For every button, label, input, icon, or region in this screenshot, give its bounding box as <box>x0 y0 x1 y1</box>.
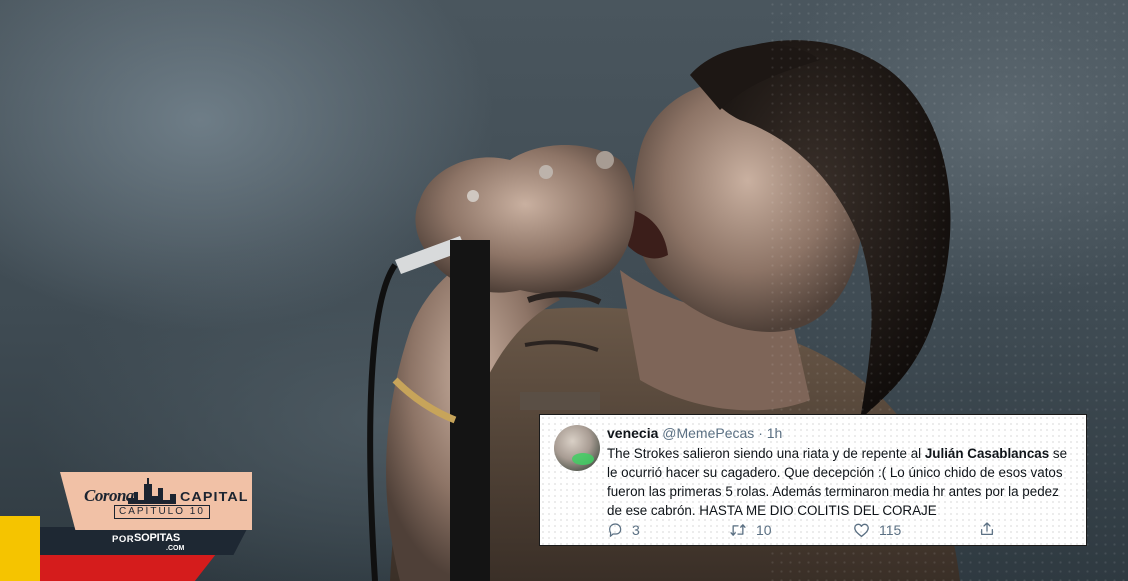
logo-capital: CAPITAL <box>180 489 249 504</box>
share-icon <box>981 522 993 535</box>
reply-icon <box>609 523 622 537</box>
logo-yellow-block <box>0 516 40 581</box>
tweet-header: venecia @MemePecas · 1h <box>607 425 782 441</box>
avatar[interactable] <box>554 425 600 471</box>
logo-por: POR <box>112 534 135 545</box>
reply-count: 3 <box>632 522 640 538</box>
retweet-icon <box>730 524 746 536</box>
tweet-actions: 3 10 115 <box>607 521 1077 539</box>
skyline-icon <box>128 478 176 504</box>
retweet-count: 10 <box>756 522 772 538</box>
tweet-display-name[interactable]: venecia <box>607 425 658 441</box>
logo-red-block <box>40 554 216 581</box>
header-image: venecia @MemePecas · 1h The Strokes sali… <box>0 0 1128 581</box>
tweet-text-before: The Strokes salieron siendo una riata y … <box>607 446 925 461</box>
tweet-text-mention: Julián Casablancas <box>924 446 1050 461</box>
logo-corona: Corona <box>84 486 134 505</box>
retweet-button[interactable]: 10 <box>729 521 772 539</box>
logo-sopitas: SOPITAS <box>134 532 181 544</box>
like-count: 115 <box>879 522 902 538</box>
heart-icon <box>854 523 869 538</box>
tweet-handle[interactable]: @MemePecas <box>662 425 754 441</box>
reply-button[interactable]: 3 <box>607 521 640 539</box>
avatar-highlight <box>572 453 594 465</box>
logo-capitulo: CAPÍTULO 10 <box>114 505 210 519</box>
tweet-card[interactable]: venecia @MemePecas · 1h The Strokes sali… <box>539 414 1087 546</box>
share-button[interactable] <box>979 521 995 537</box>
tweet-separator: · <box>758 425 763 441</box>
tweet-text: The Strokes salieron siendo una riata y … <box>607 444 1077 520</box>
like-button[interactable]: 115 <box>853 521 901 539</box>
logo-com: .COM <box>166 545 185 552</box>
tweet-time[interactable]: 1h <box>767 425 783 441</box>
